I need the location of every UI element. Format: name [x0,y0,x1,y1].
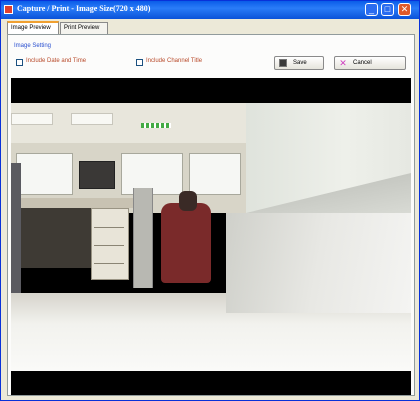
floppy-disk-icon [279,59,287,67]
green-sign [141,123,171,128]
checkbox-box[interactable] [136,59,143,66]
maximize-button[interactable]: □ [381,3,394,16]
office-window [189,153,241,195]
image-preview-panel: Image Setting Include Date and Time Incl… [7,34,415,396]
title-bar[interactable]: Capture / Print - Image Size(720 x 480) … [1,1,419,19]
drawer-line [94,245,124,246]
drawer-line [94,227,124,228]
tab-print-preview[interactable]: Print Preview [60,22,108,34]
include-date-time-label: Include Date and Time [26,58,87,64]
office-window [16,153,73,195]
filing-cabinet [91,208,129,280]
save-button[interactable]: Save [274,56,324,70]
include-channel-title-label: Include Channel Title [146,58,203,64]
tab-image-preview[interactable]: Image Preview [7,21,59,34]
cancel-label: Cancel [353,60,372,66]
app-icon [4,5,13,14]
cancel-x-icon: ✕ [339,58,347,68]
close-button[interactable]: ✕ [398,3,411,16]
cancel-button[interactable]: ✕ Cancel [334,56,406,70]
ceiling-light [71,113,113,125]
cubicle-partition [133,188,153,288]
desk-top [21,198,136,208]
image-setting-title: Image Setting [14,43,52,49]
desk-underside [21,208,91,268]
save-label: Save [293,60,307,66]
ceiling-light [11,113,53,125]
crt-monitor [79,161,115,189]
checkbox-box[interactable] [16,59,23,66]
left-edge [11,163,21,293]
camera-snapshot [11,103,411,371]
window-title: Capture / Print - Image Size(720 x 480) [17,4,151,13]
office-chair [161,203,211,283]
image-preview-area [11,78,411,395]
minimize-button[interactable]: _ [365,3,378,16]
cubicle-wall [226,213,411,313]
chair-headrest [179,191,197,211]
capture-print-window: Capture / Print - Image Size(720 x 480) … [0,0,420,401]
drawer-line [94,263,124,264]
